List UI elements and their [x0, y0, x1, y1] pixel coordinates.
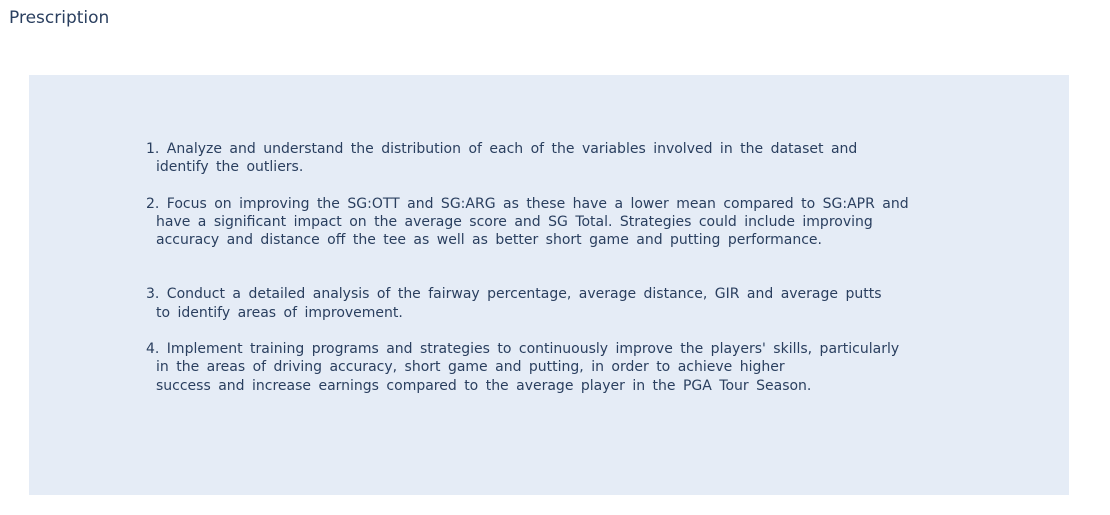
prescription-list: 1. Analyze and understand the distributi…: [146, 140, 909, 395]
list-item: 3. Conduct a detailed analysis of the fa…: [146, 285, 909, 322]
list-item-line: 4. Implement training programs and strat…: [146, 341, 900, 358]
list-item: 1. Analyze and understand the distributi…: [146, 140, 909, 177]
list-item-line: identify the outliers.: [156, 159, 304, 176]
page-title: Prescription: [9, 8, 110, 28]
list-item-line: have a significant impact on the average…: [156, 213, 873, 230]
list-item-line: 1. Analyze and understand the distributi…: [146, 141, 858, 157]
list-item-line: 2. Focus on improving the SG:OTT and SG:…: [146, 195, 909, 212]
list-item: 2. Focus on improving the SG:OTT and SG:…: [146, 195, 909, 250]
list-item: 4. Implement training programs and strat…: [146, 340, 909, 395]
list-item-line: success and increase earnings compared t…: [156, 377, 812, 394]
list-item-line: in the areas of driving accuracy, short …: [156, 359, 785, 376]
list-item-line: 3. Conduct a detailed analysis of the fa…: [146, 286, 882, 303]
list-item-line: accuracy and distance off the tee as wel…: [156, 232, 822, 249]
list-item-line: to identify areas of improvement.: [156, 304, 403, 321]
